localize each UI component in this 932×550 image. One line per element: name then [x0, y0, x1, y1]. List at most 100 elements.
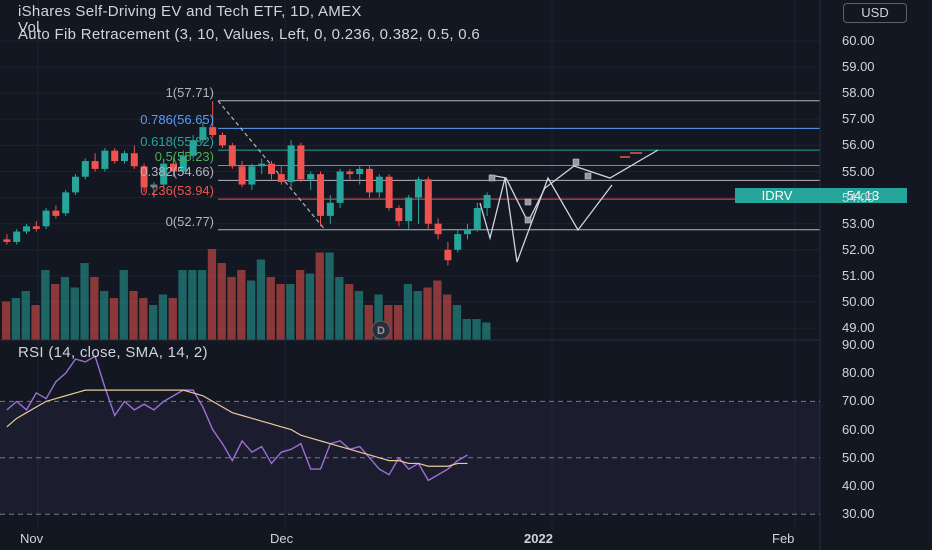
candle-body [483, 194, 491, 209]
rsi-tick-label: 80.00 [842, 365, 875, 381]
candle-body [287, 145, 295, 182]
candle-body [42, 210, 50, 227]
price-tick-label: 58.00 [842, 85, 875, 101]
volume-bar [11, 298, 21, 340]
fib-level-label: 0.5(55.23) [154, 149, 214, 165]
candle-body [219, 134, 226, 146]
candle-body [268, 163, 275, 175]
time-tick-label: 2022 [524, 531, 553, 546]
price-tick-label: 51.00 [842, 267, 875, 283]
rsi-tick-label: 60.00 [842, 421, 875, 437]
candle-body [375, 176, 383, 193]
candle-body [62, 192, 70, 214]
volume-bar [403, 284, 413, 340]
candle-body [111, 150, 119, 162]
chart-canvas[interactable]: D [0, 0, 932, 550]
candle-body [13, 231, 21, 242]
candle-body [326, 202, 334, 216]
candle-body [297, 145, 305, 180]
volume-bar [139, 298, 148, 340]
candle-body [52, 210, 60, 216]
rsi-tick-label: 40.00 [842, 478, 875, 493]
fib-level-label: 0(52.77) [165, 213, 214, 229]
candle-body [23, 226, 30, 232]
rsi-legend[interactable]: RSI (14, close, SMA, 14, 2) [18, 344, 208, 361]
candle-body [424, 179, 432, 224]
volume-bar [443, 294, 452, 340]
candle-body [356, 168, 364, 175]
candle-body [101, 150, 109, 169]
candle-body [336, 171, 344, 203]
volume-bar [178, 270, 187, 340]
volume-bar [413, 291, 422, 340]
volume-bar [100, 291, 109, 340]
volume-bar [129, 291, 138, 340]
fib-legend[interactable]: Auto Fib Retracement (3, 10, Values, Lef… [18, 26, 480, 43]
candle-body [395, 208, 403, 222]
last-price-tag: IDRV 54.13 [735, 188, 907, 203]
candle-body [464, 228, 471, 235]
volume-bar [168, 298, 177, 340]
volume-bar [472, 319, 481, 340]
volume-bar [41, 270, 50, 340]
volume-bar [266, 277, 275, 340]
ticker-symbol-tag: IDRV [735, 188, 819, 203]
svg-text:D: D [377, 325, 385, 337]
volume-bar [315, 252, 324, 340]
volume-bar [345, 284, 354, 340]
volume-bar [256, 259, 266, 340]
volume-bar [2, 301, 11, 340]
fib-level-label: 0.618(55.82) [140, 134, 214, 150]
volume-bar [482, 322, 491, 340]
time-tick-label: Nov [20, 531, 44, 546]
price-tick-label: 52.00 [842, 241, 875, 257]
volume-bar [237, 270, 246, 340]
volume-bar [51, 284, 60, 340]
candle-body [277, 174, 285, 182]
volume-bar [364, 305, 373, 340]
volume-bar [423, 287, 432, 340]
candle-body [258, 163, 266, 167]
candle-body [405, 197, 413, 222]
volume-bar [217, 263, 226, 340]
fib-level-label: 0.786(56.65) [140, 112, 214, 128]
fib-level-label: 0.236(53.94) [140, 183, 214, 199]
candle-body [228, 145, 236, 167]
price-tick-label: 56.00 [842, 137, 875, 153]
candle-body [121, 153, 128, 162]
volume-bar [335, 277, 344, 340]
volume-bar [149, 305, 158, 340]
volume-bar [80, 263, 89, 340]
symbol-title[interactable]: iShares Self-Driving EV and Tech ETF, 1D… [18, 3, 362, 20]
pattern-point [488, 174, 496, 182]
currency-button[interactable]: USD [843, 3, 907, 23]
price-tick-label: 54.00 [842, 189, 875, 205]
volume-bar [452, 305, 462, 340]
rsi-tick-label: 50.00 [842, 449, 875, 465]
volume-bar [433, 280, 442, 340]
price-tick-label: 57.00 [842, 111, 875, 127]
candle-body [346, 171, 354, 175]
volume-bar [188, 270, 197, 340]
volume-bar [158, 294, 168, 340]
rsi-tick-label: 30.00 [842, 506, 875, 522]
volume-bar [21, 291, 30, 340]
volume-bar [70, 287, 79, 340]
price-tick-label: 49.00 [842, 320, 875, 336]
candle-body [454, 234, 462, 250]
volume-bar [325, 252, 334, 340]
candle-body [444, 249, 452, 261]
candle-body [385, 176, 393, 209]
price-tick-label: 53.00 [842, 215, 875, 231]
dividends-marker[interactable]: D [371, 320, 391, 340]
volume-bar [198, 270, 207, 340]
pattern-point [524, 216, 532, 224]
time-tick-label: Feb [772, 531, 795, 546]
candle-body [3, 239, 11, 242]
volume-bar [207, 249, 217, 340]
volume-bar [119, 270, 128, 340]
pattern-point [524, 198, 532, 206]
volume-bar [31, 305, 40, 340]
volume-bar [276, 284, 285, 340]
candle-body [238, 166, 246, 185]
